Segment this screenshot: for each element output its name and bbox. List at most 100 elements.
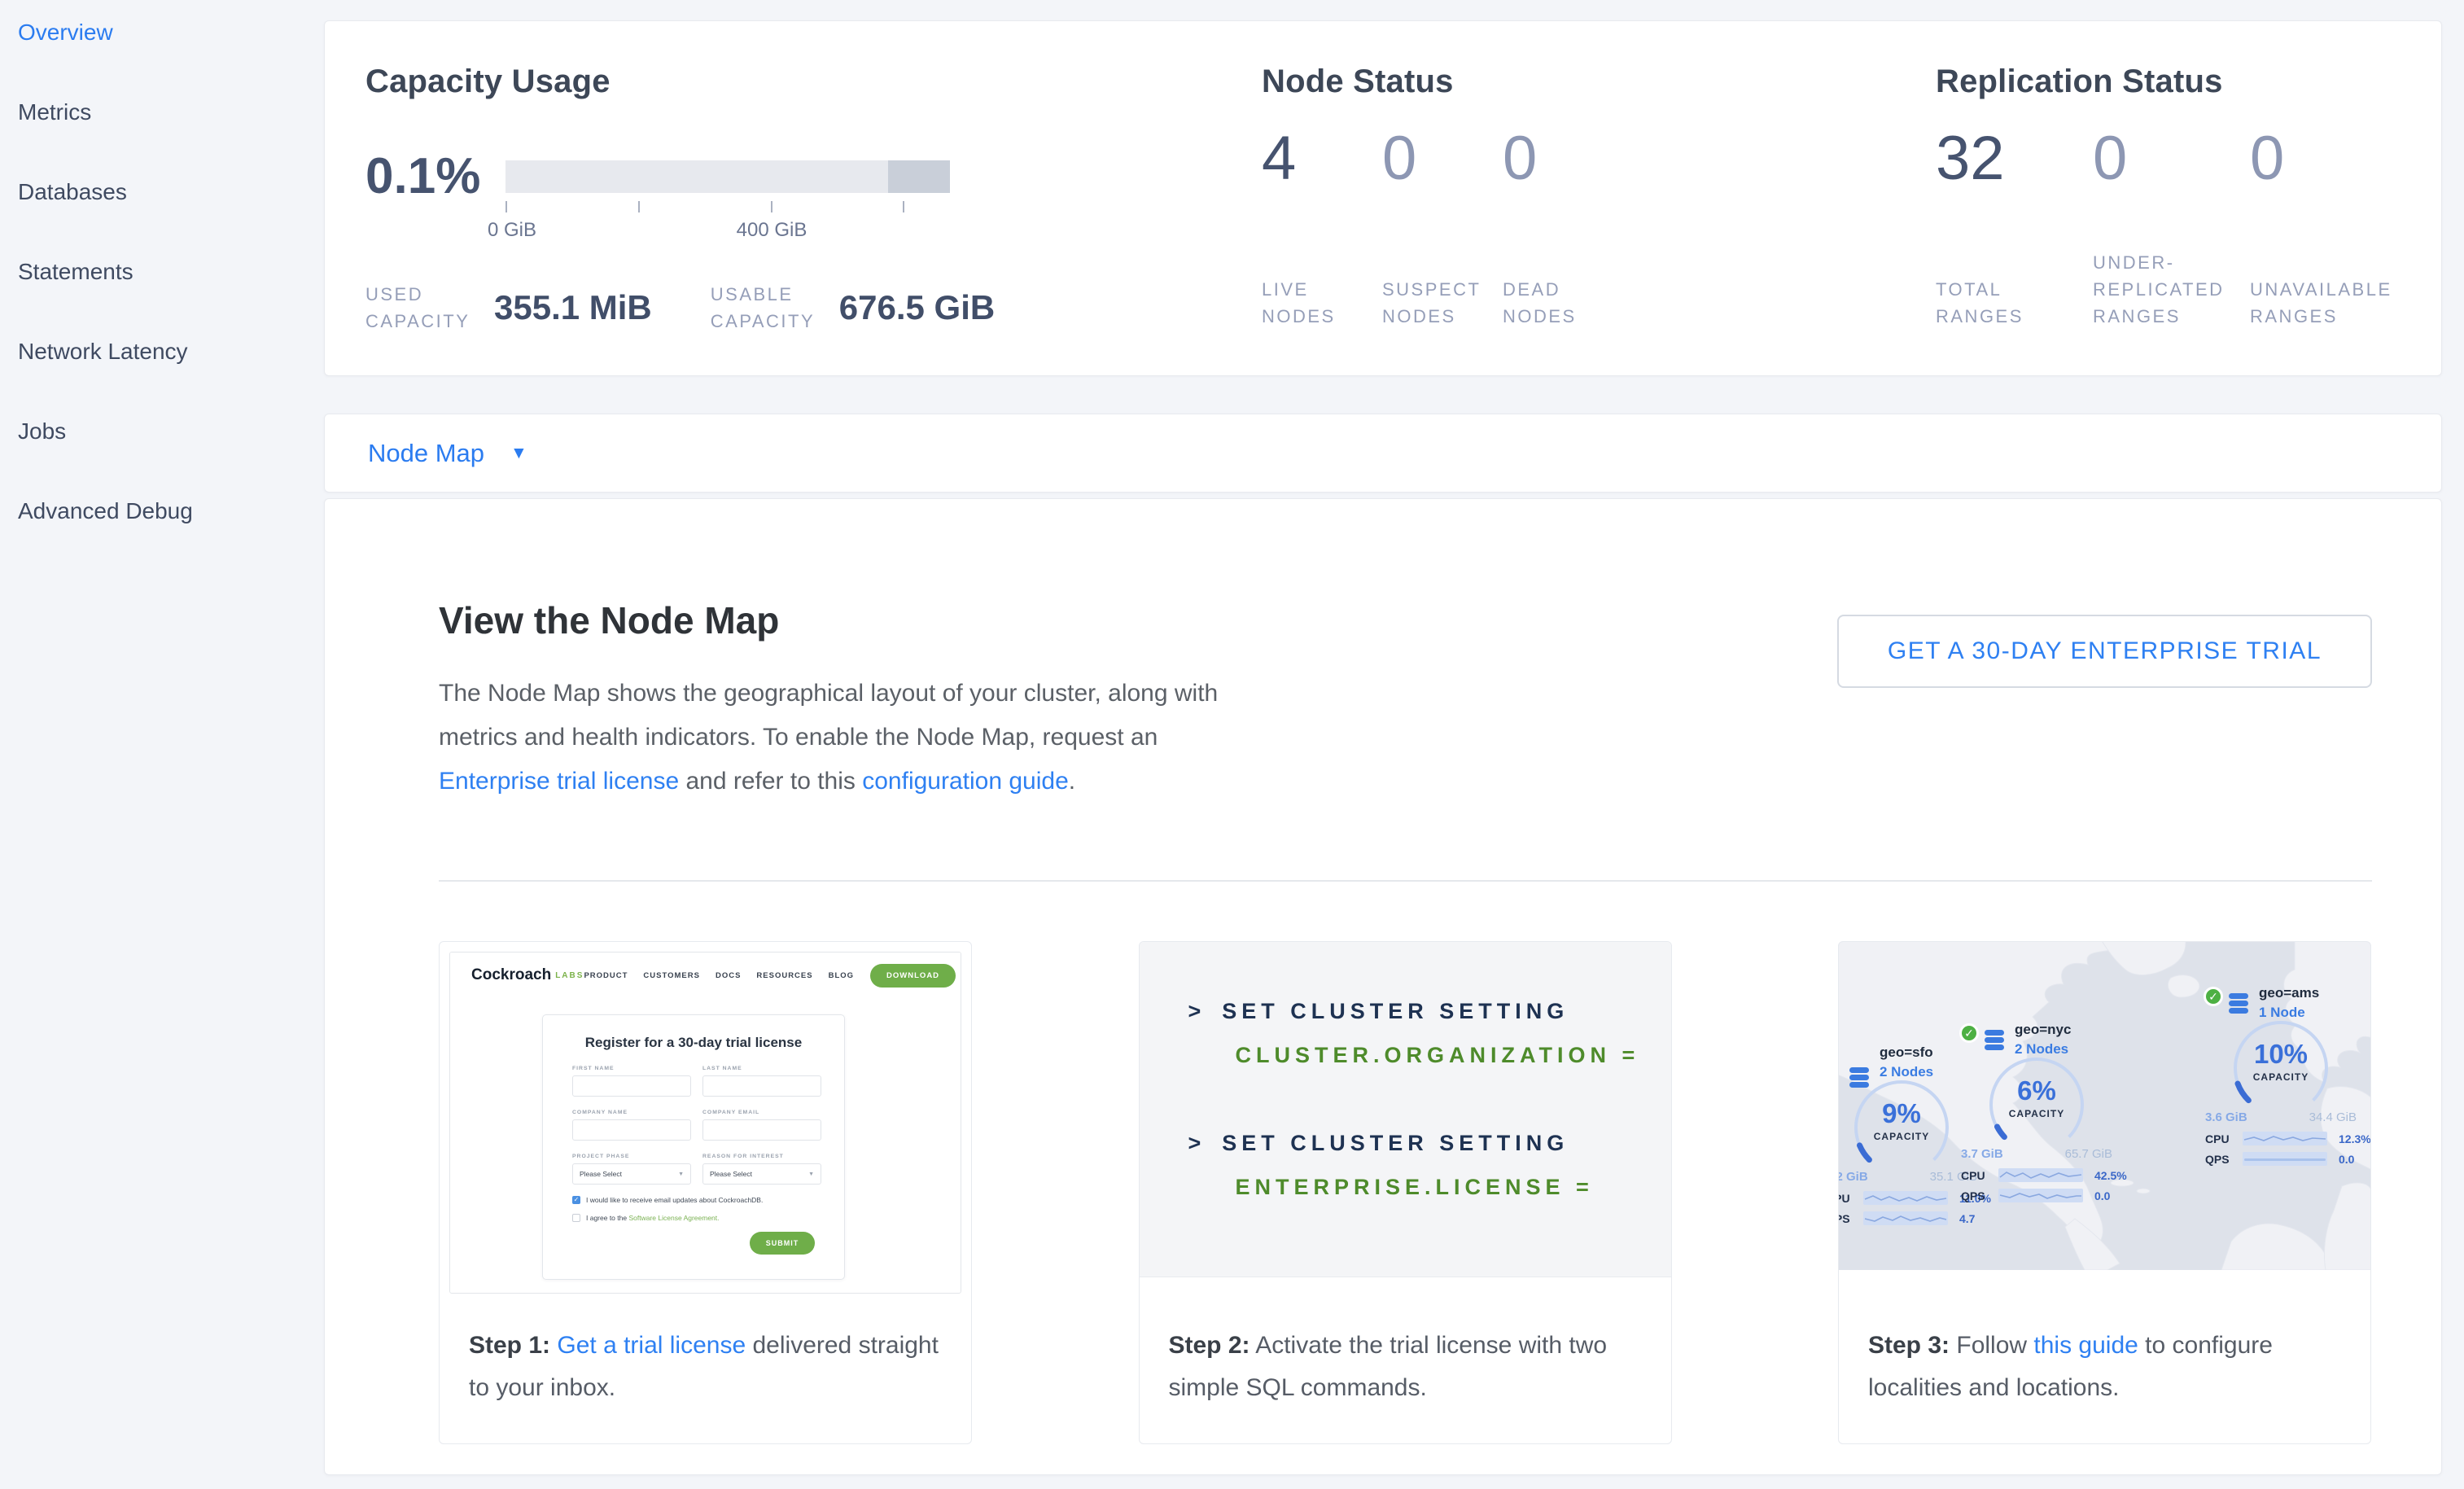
step-2-label: Step 2: bbox=[1169, 1332, 1250, 1359]
thumbnail-site-header: Cockroach LABS PRODUCT CUSTOMERS DOCS RE… bbox=[450, 953, 961, 998]
this-guide-link[interactable]: this guide bbox=[2033, 1332, 2138, 1359]
thumbnail-select: Please Select ▼ bbox=[702, 1163, 821, 1185]
qps-value: 0.0 bbox=[2339, 1153, 2354, 1166]
cpu-metric: CPU 42.5% bbox=[1961, 1168, 2132, 1182]
gauge-label: CAPACITY bbox=[1967, 1108, 2106, 1119]
qps-label: QPS bbox=[1961, 1189, 1998, 1202]
thumbnail-checkbox-text: I would like to receive email updates ab… bbox=[586, 1196, 763, 1204]
database-icon bbox=[1982, 1028, 2007, 1057]
cpu-label: CPU bbox=[1961, 1169, 1998, 1182]
thumbnail-input bbox=[572, 1075, 691, 1097]
sidebar-item-jobs[interactable]: Jobs bbox=[0, 399, 324, 464]
chevron-down-icon: ▼ bbox=[510, 444, 527, 463]
thumbnail-field-label: FIRST NAME bbox=[572, 1066, 615, 1071]
sql-command-line: >SET CLUSTER SETTING bbox=[1188, 999, 1569, 1024]
qps-metric: QPS 4.7 bbox=[1839, 1211, 1997, 1225]
sql-command: SET CLUSTER SETTING bbox=[1222, 1131, 1569, 1155]
thumbnail-field-label: COMPANY EMAIL bbox=[702, 1110, 759, 1115]
divider bbox=[439, 880, 2372, 882]
total-ranges-value: 32 bbox=[1936, 128, 2093, 190]
unavailable-ranges-label: UNAVAILABLE RANGES bbox=[2250, 276, 2388, 330]
step-1-caption: Step 1: Get a trial license delivered st… bbox=[469, 1325, 948, 1409]
location-node-count: 1 Node bbox=[2259, 1005, 2305, 1021]
thumbnail-input bbox=[702, 1119, 821, 1141]
checked-checkbox-icon: ✓ bbox=[572, 1196, 580, 1204]
capacity-used: 3.6 GiB bbox=[2205, 1110, 2247, 1124]
capacity-axis-tick bbox=[638, 201, 640, 212]
thumbnail-license-link: Software License Agreement. bbox=[628, 1214, 719, 1222]
thumbnail-brand-suffix: LABS bbox=[555, 971, 584, 980]
capacity-gauge: 10% CAPACITY bbox=[2212, 1019, 2350, 1109]
sql-prompt: > bbox=[1188, 1131, 1206, 1155]
cpu-value: 42.5% bbox=[2094, 1169, 2127, 1182]
location-node-count: 2 Nodes bbox=[2015, 1041, 2068, 1058]
used-capacity-value: 355.1 MiB bbox=[494, 288, 652, 327]
replication-status-section: Replication Status 32 TOTAL RANGES 0 UND… bbox=[1936, 64, 2407, 330]
capacity-used: 3.2 GiB bbox=[1839, 1170, 1868, 1184]
capacity-gauge: 9% CAPACITY bbox=[1839, 1079, 1971, 1168]
sidebar-item-network-latency[interactable]: Network Latency bbox=[0, 319, 324, 384]
thumbnail-select-value: Please Select bbox=[580, 1170, 622, 1178]
usable-capacity-stat: USABLE CAPACITY 676.5 GiB bbox=[711, 281, 995, 335]
step-3-caption: Step 3: Follow this guide to configure l… bbox=[1868, 1325, 2348, 1409]
node-map-promo-panel: View the Node Map The Node Map shows the… bbox=[324, 498, 2442, 1475]
thumbnail-brand-name: Cockroach bbox=[471, 966, 551, 984]
configuration-guide-link[interactable]: configuration guide bbox=[862, 768, 1069, 795]
thumbnail-nav-item: CUSTOMERS bbox=[643, 971, 700, 980]
thumbnail-input bbox=[572, 1119, 691, 1141]
sql-argument: CLUSTER.ORGANIZATION = bbox=[1236, 1043, 1640, 1068]
step-1-card: Cockroach LABS PRODUCT CUSTOMERS DOCS RE… bbox=[439, 941, 972, 1444]
cpu-metric: CPU 12.3% bbox=[2205, 1132, 2371, 1145]
step-3-label: Step 3: bbox=[1868, 1332, 1950, 1359]
sidebar-item-statements[interactable]: Statements bbox=[0, 239, 324, 304]
step-2-card: > SET CLUSTER SETTING CLUSTER.ORGANIZATIO… bbox=[1139, 941, 1672, 1444]
capacity-gauge: 6% CAPACITY bbox=[1967, 1056, 2106, 1145]
capacity-axis-label: 400 GiB bbox=[737, 219, 807, 242]
node-map-dropdown-label: Node Map bbox=[368, 439, 484, 468]
sql-prompt: > bbox=[1188, 999, 1206, 1023]
total-ranges-label: TOTAL RANGES bbox=[1936, 276, 2074, 330]
usable-capacity-label: USABLE CAPACITY bbox=[711, 281, 818, 335]
sidebar: Overview Metrics Databases Statements Ne… bbox=[0, 0, 324, 1489]
sidebar-item-advanced-debug[interactable]: Advanced Debug bbox=[0, 479, 324, 544]
sidebar-item-databases[interactable]: Databases bbox=[0, 160, 324, 225]
enterprise-trial-license-link[interactable]: Enterprise trial license bbox=[439, 768, 679, 795]
capacity-axis-tick bbox=[771, 201, 772, 212]
under-replicated-ranges-stat: 0 UNDER-REPLICATED RANGES bbox=[2093, 128, 2250, 330]
qps-metric: QPS 0.0 bbox=[2205, 1152, 2371, 1166]
cpu-sparkline bbox=[2243, 1132, 2327, 1145]
live-nodes-label: LIVE NODES bbox=[1262, 276, 1368, 330]
qps-sparkline bbox=[1998, 1189, 2083, 1202]
get-trial-license-link[interactable]: Get a trial license bbox=[557, 1332, 746, 1359]
thumbnail-field-label: COMPANY NAME bbox=[572, 1110, 628, 1115]
dead-nodes-stat: 0 DEAD NODES bbox=[1503, 128, 1623, 330]
step-3-card: ! geo=sfo 2 Nodes 9% CAPACITY bbox=[1838, 941, 2371, 1444]
thumbnail-select-value: Please Select bbox=[710, 1170, 752, 1178]
thumbnail-field-label: LAST NAME bbox=[702, 1066, 742, 1071]
used-capacity-label: USED CAPACITY bbox=[365, 281, 473, 335]
location-name: geo=sfo bbox=[1880, 1044, 1933, 1061]
capacity-total: 65.7 GiB bbox=[2065, 1147, 2112, 1161]
cpu-label: CPU bbox=[1839, 1192, 1863, 1205]
capacity-axis-tick bbox=[903, 201, 904, 212]
thumbnail-field-label: PROJECT PHASE bbox=[572, 1154, 629, 1159]
node-map-dropdown[interactable]: Node Map ▼ bbox=[368, 439, 527, 468]
capacity-used: 3.7 GiB bbox=[1961, 1147, 2003, 1161]
sidebar-item-overview[interactable]: Overview bbox=[0, 0, 324, 65]
suspect-nodes-value: 0 bbox=[1382, 128, 1503, 190]
replication-status-title: Replication Status bbox=[1936, 64, 2407, 100]
thumbnail-nav-item: PRODUCT bbox=[584, 971, 628, 980]
description-text: . bbox=[1069, 768, 1075, 795]
thumbnail-register-form: Register for a 30-day trial license FIRS… bbox=[542, 1014, 845, 1280]
thumbnail-checkbox-row: I agree to the Software License Agreemen… bbox=[572, 1214, 720, 1222]
node-status-title: Node Status bbox=[1262, 64, 1623, 100]
capacity-bar bbox=[505, 160, 950, 193]
used-capacity-stat: USED CAPACITY 355.1 MiB bbox=[365, 281, 652, 335]
sql-command-line: > SET CLUSTER SETTING bbox=[1188, 1131, 1569, 1156]
cpu-sparkline bbox=[1998, 1168, 2083, 1182]
qps-label: QPS bbox=[2205, 1153, 2243, 1166]
thumbnail-nav: PRODUCT CUSTOMERS DOCS RESOURCES BLOG bbox=[584, 971, 854, 980]
sidebar-item-metrics[interactable]: Metrics bbox=[0, 80, 324, 145]
location-name: geo=nyc bbox=[2015, 1022, 2071, 1038]
enterprise-trial-button[interactable]: GET A 30-DAY ENTERPRISE TRIAL bbox=[1837, 615, 2372, 688]
